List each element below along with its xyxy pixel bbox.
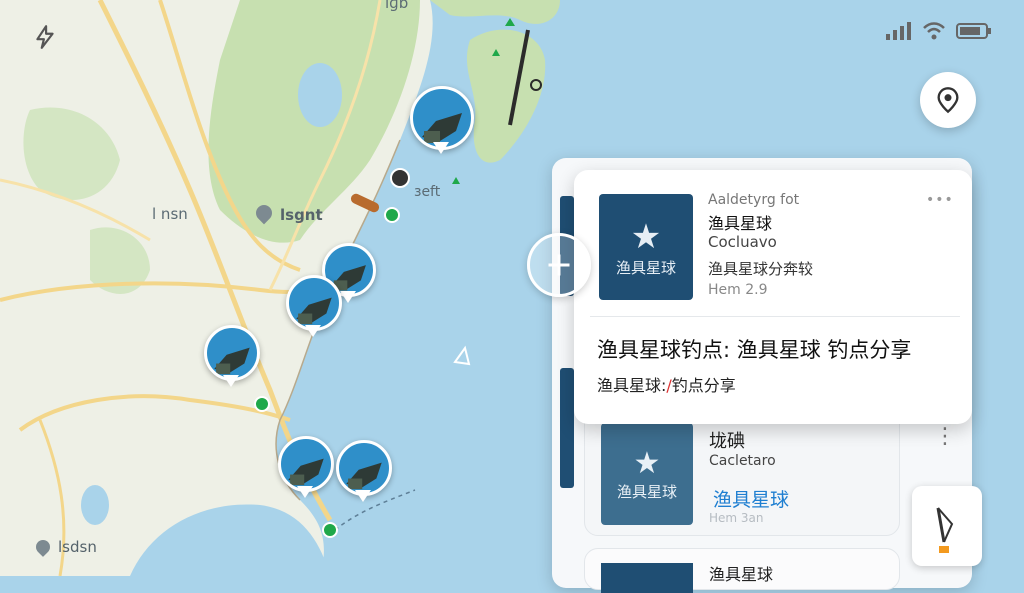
map-label-poi: lsgnt [280, 206, 323, 224]
spot-popup-card[interactable]: ★ 渔具星球 Aaldetyrg fot 渔具星球 Cocluavo 渔具星球分… [574, 170, 972, 424]
fishing-spot-pin[interactable] [336, 440, 400, 512]
fishing-spot-pin[interactable] [410, 86, 474, 158]
location-button[interactable] [920, 72, 976, 128]
fishing-rod-widget[interactable] [912, 486, 982, 566]
add-spot-button[interactable] [527, 233, 591, 297]
flash-icon[interactable] [32, 24, 58, 54]
boat-icon [286, 275, 342, 331]
spot-title: 垅碘 [709, 431, 745, 452]
location-pin-icon [937, 87, 959, 114]
boat-icon [204, 325, 260, 381]
boat-icon [278, 436, 334, 492]
spot-thumbnail: ★ 渔具星球 [599, 194, 693, 300]
spot-card-third[interactable]: 渔具星球 [584, 548, 900, 593]
boat-icon [336, 440, 392, 496]
more-options-icon[interactable]: ••• [926, 192, 954, 208]
spot-headline: 渔具星球钓点: 渔具星球 钓点分享 [597, 338, 912, 362]
wifi-icon [923, 22, 945, 40]
map-label-bottom: lsdsn [58, 538, 97, 556]
spot-description: 渔具星球分奔较 [708, 260, 814, 278]
map-label-top: lɡb [385, 0, 409, 12]
plus-icon [548, 254, 570, 276]
star-icon: ★ [633, 446, 661, 481]
fishing-spot-pin[interactable] [278, 436, 342, 508]
divider [590, 316, 960, 317]
boat-icon [410, 86, 474, 150]
spot-subtitle: Cacletaro [709, 453, 776, 469]
spot-title: 渔具星球 [709, 565, 774, 584]
spot-meta: Hem 2.9 [708, 282, 768, 298]
status-bar [886, 22, 992, 40]
star-icon: ★ [630, 216, 662, 257]
spot-link[interactable]: 渔具星球 [713, 485, 789, 512]
spot-subname: Cocluavo [708, 233, 777, 251]
fishing-spot-pin[interactable] [286, 275, 350, 347]
map-label-town: l nsn [152, 205, 188, 223]
spot-name: 渔具星球 [708, 214, 773, 233]
spot-thumbnail: ★ 渔具星球 [601, 423, 693, 525]
battery-icon [956, 23, 991, 39]
spot-snippet: 渔具星球:/钓点分享 [597, 376, 736, 395]
spot-category: Aaldetyrg fot [708, 192, 800, 208]
map-label-small: ɜeft [414, 184, 441, 200]
more-vertical-icon[interactable]: ⋮ [934, 424, 956, 449]
fishing-spot-pin[interactable] [204, 325, 268, 397]
spot-faded-meta: Hem 3an [709, 511, 764, 525]
signal-icon [886, 22, 911, 40]
fishing-rod-icon [936, 507, 954, 553]
